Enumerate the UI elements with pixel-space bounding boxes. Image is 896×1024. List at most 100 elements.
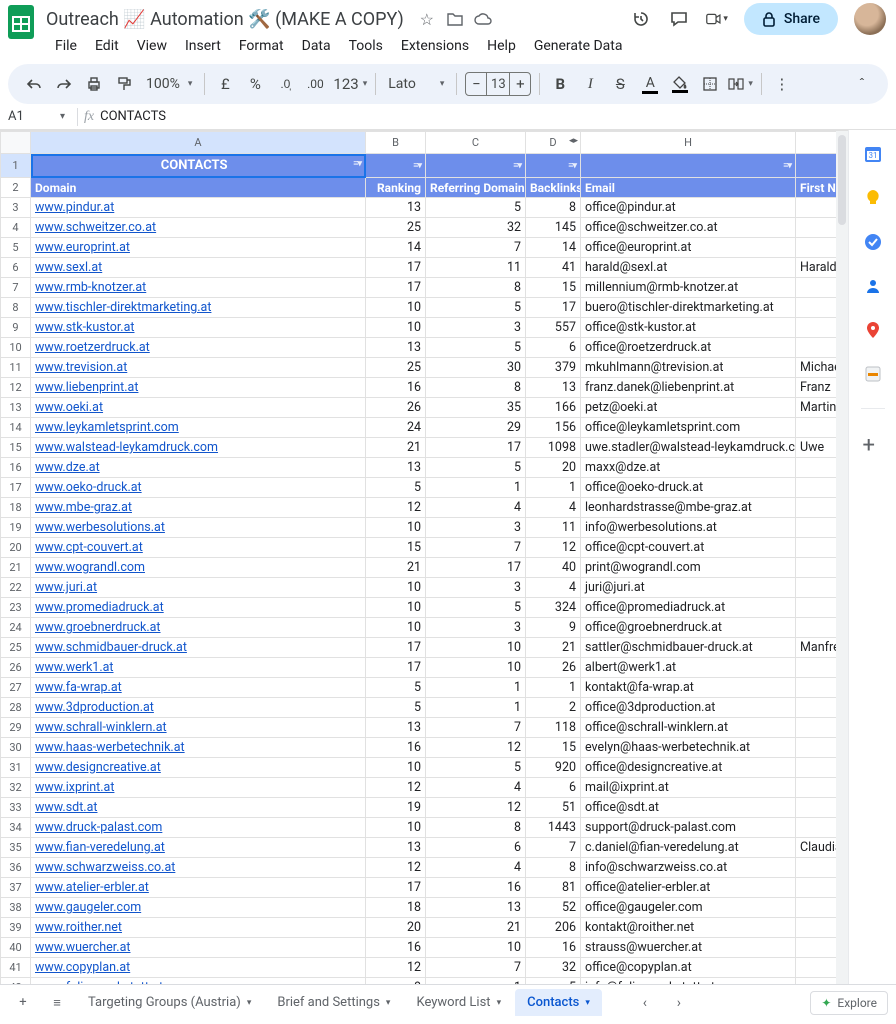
cell-email[interactable]: office@atelier-erbler.at <box>581 878 796 898</box>
row-header[interactable]: 26 <box>1 658 31 678</box>
cell-firstname[interactable] <box>796 678 841 698</box>
cell-firstname[interactable]: Manfre <box>796 638 841 658</box>
tab-dropdown-icon[interactable]: ▾ <box>386 998 391 1008</box>
cell-backlinks[interactable]: 81 <box>526 878 581 898</box>
cell-C1[interactable]: ≡▾ <box>426 154 526 178</box>
cell-backlinks[interactable]: 166 <box>526 398 581 418</box>
cell-refdomains[interactable]: 1 <box>426 478 526 498</box>
bold-button[interactable]: B <box>546 70 574 98</box>
row-header[interactable]: 36 <box>1 858 31 878</box>
cell-refdomains[interactable]: 4 <box>426 858 526 878</box>
cell-backlinks[interactable]: 16 <box>526 938 581 958</box>
cell-domain[interactable]: www.ixprint.at <box>31 778 366 798</box>
tab-dropdown-icon[interactable]: ▾ <box>247 998 252 1008</box>
header-ranking[interactable]: Ranking <box>366 178 426 198</box>
row-header[interactable]: 3 <box>1 198 31 218</box>
cell-ranking[interactable]: 5 <box>366 678 426 698</box>
cell-refdomains[interactable]: 8 <box>426 278 526 298</box>
cell-backlinks[interactable]: 1 <box>526 478 581 498</box>
maps-icon[interactable] <box>863 320 883 340</box>
tab-dropdown-icon[interactable]: ▾ <box>497 998 502 1008</box>
row-header[interactable]: 33 <box>1 798 31 818</box>
filter-icon[interactable]: ≡▾ <box>568 160 576 171</box>
font-size-increase[interactable]: + <box>510 75 530 93</box>
cell-ranking[interactable]: 17 <box>366 258 426 278</box>
row-header[interactable]: 38 <box>1 898 31 918</box>
cell-backlinks[interactable]: 11 <box>526 518 581 538</box>
cell-email[interactable]: office@groebnerdruck.at <box>581 618 796 638</box>
zoom-dropdown[interactable]: 100% <box>140 76 198 92</box>
cell-email[interactable]: print@wograndl.com <box>581 558 796 578</box>
cell-A1[interactable]: CONTACTS≡▾ <box>31 154 366 178</box>
row-header[interactable]: 29 <box>1 718 31 738</box>
cell-ranking[interactable]: 16 <box>366 738 426 758</box>
row-header[interactable]: 34 <box>1 818 31 838</box>
tab-dropdown-icon[interactable]: ▾ <box>585 998 590 1008</box>
print-icon[interactable] <box>80 70 108 98</box>
cell-domain[interactable]: www.sexl.at <box>31 258 366 278</box>
cell-refdomains[interactable]: 5 <box>426 198 526 218</box>
cell-refdomains[interactable]: 3 <box>426 618 526 638</box>
menu-edit[interactable]: Edit <box>88 34 126 58</box>
cell-email[interactable]: harald@sexl.at <box>581 258 796 278</box>
cell-backlinks[interactable]: 1 <box>526 678 581 698</box>
cell-firstname[interactable]: Michae <box>796 358 841 378</box>
get-addons-icon[interactable]: + <box>863 433 883 453</box>
cell-domain[interactable]: www.oeko-druck.at <box>31 478 366 498</box>
cell-backlinks[interactable]: 32 <box>526 958 581 978</box>
cell-ranking[interactable]: 18 <box>366 898 426 918</box>
cell-domain[interactable]: www.pindur.at <box>31 198 366 218</box>
cell-firstname[interactable] <box>796 538 841 558</box>
cell-refdomains[interactable]: 5 <box>426 298 526 318</box>
cell-email[interactable]: office@copyplan.at <box>581 958 796 978</box>
cell-domain[interactable]: www.schweitzer.co.at <box>31 218 366 238</box>
star-icon[interactable]: ☆ <box>418 10 436 28</box>
cell-ranking[interactable]: 10 <box>366 298 426 318</box>
cell-ranking[interactable]: 10 <box>366 578 426 598</box>
cell-refdomains[interactable]: 4 <box>426 778 526 798</box>
cell-refdomains[interactable]: 13 <box>426 898 526 918</box>
cell-backlinks[interactable]: 8 <box>526 198 581 218</box>
cell-email[interactable]: office@sdt.at <box>581 798 796 818</box>
cell-email[interactable]: mkuhlmann@trevision.at <box>581 358 796 378</box>
cell-backlinks[interactable]: 156 <box>526 418 581 438</box>
cell-firstname[interactable] <box>796 218 841 238</box>
cell-refdomains[interactable]: 10 <box>426 638 526 658</box>
header-email[interactable]: Email <box>581 178 796 198</box>
sheet-tab-keyword-list[interactable]: Keyword List▾ <box>404 989 513 1016</box>
cell-email[interactable]: office@schrall-winklern.at <box>581 718 796 738</box>
history-icon[interactable] <box>630 8 652 30</box>
cloud-status-icon[interactable] <box>474 10 492 28</box>
cell-ranking[interactable]: 17 <box>366 878 426 898</box>
cell-ranking[interactable]: 13 <box>366 338 426 358</box>
cell-domain[interactable]: www.sdt.at <box>31 798 366 818</box>
cell-refdomains[interactable]: 11 <box>426 258 526 278</box>
menu-file[interactable]: File <box>48 34 84 58</box>
share-button[interactable]: Share <box>744 3 838 35</box>
cell-email[interactable]: kontakt@roither.net <box>581 918 796 938</box>
cell-domain[interactable]: www.stk-kustor.at <box>31 318 366 338</box>
tasks-icon[interactable] <box>863 232 883 252</box>
row-header[interactable]: 37 <box>1 878 31 898</box>
cell-email[interactable]: office@cpt-couvert.at <box>581 538 796 558</box>
cell-ranking[interactable]: 16 <box>366 938 426 958</box>
cell-firstname[interactable] <box>796 738 841 758</box>
cell-email[interactable]: office@leykamletsprint.com <box>581 418 796 438</box>
add-sheet-button[interactable]: + <box>8 988 38 1018</box>
keep-icon[interactable] <box>863 188 883 208</box>
cell-ranking[interactable]: 12 <box>366 778 426 798</box>
row-header[interactable]: 10 <box>1 338 31 358</box>
cell-ranking[interactable]: 12 <box>366 498 426 518</box>
cell-backlinks[interactable]: 4 <box>526 498 581 518</box>
cell-firstname[interactable] <box>796 478 841 498</box>
collapse-toolbar-icon[interactable]: ˆ <box>848 70 876 98</box>
cell-ranking[interactable]: 12 <box>366 858 426 878</box>
cell-domain[interactable]: www.promediadruck.at <box>31 598 366 618</box>
row-header[interactable]: 31 <box>1 758 31 778</box>
cell-firstname[interactable] <box>796 858 841 878</box>
row-header[interactable]: 25 <box>1 638 31 658</box>
cell-email[interactable]: leonhardstrasse@mbe-graz.at <box>581 498 796 518</box>
cell-domain[interactable]: www.copyplan.at <box>31 958 366 978</box>
cell-email[interactable]: office@stk-kustor.at <box>581 318 796 338</box>
cell-domain[interactable]: www.gaugeler.com <box>31 898 366 918</box>
